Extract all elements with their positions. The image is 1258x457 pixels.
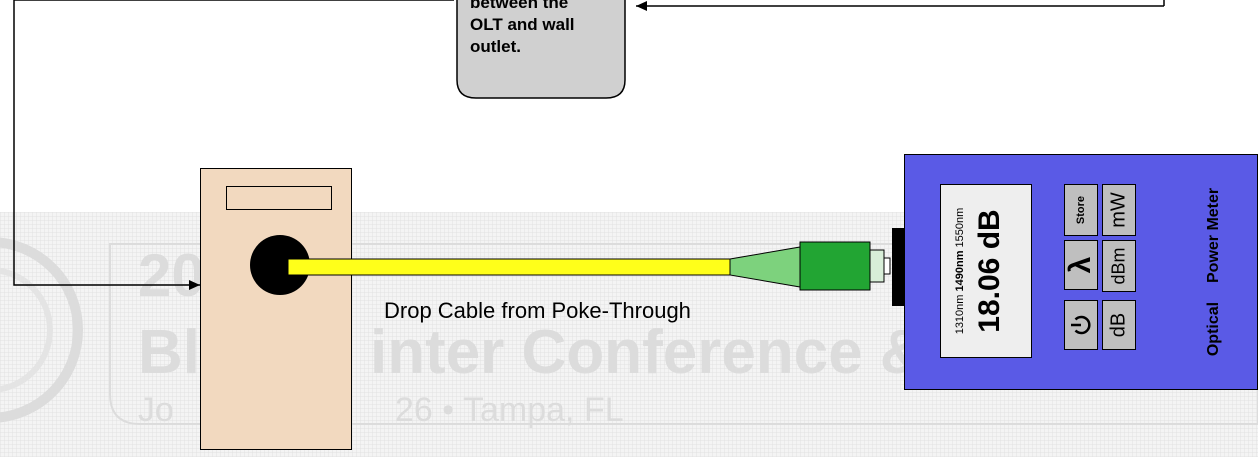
db-button[interactable]: dB [1102, 300, 1136, 350]
wavelength-1550: 1550nm [954, 207, 966, 251]
meter-title: Optical Power Meter [1196, 158, 1232, 386]
connector-ferrule [869, 249, 885, 283]
dbm-button[interactable]: dBm [1102, 240, 1136, 292]
lambda-button[interactable]: λ [1064, 240, 1098, 290]
meter-title-word2: Power Meter [1205, 187, 1222, 283]
meter-title-word1: Optical [1205, 301, 1222, 357]
wavelength-1490: 1490nm [954, 250, 966, 292]
meter-display: 1310nm 1490nm 1550nm 18.06 dB [940, 184, 1032, 358]
power-icon [1071, 315, 1091, 335]
wavelength-1310: 1310nm [954, 291, 966, 335]
drop-cable-line [287, 258, 731, 276]
fc-connector [799, 241, 871, 291]
store-button[interactable]: Store [1064, 184, 1098, 236]
diagram-canvas: 20 Bl inter Conference & Jo 26 • Tampa, … [0, 0, 1258, 457]
wavelength-list: 1310nm 1490nm 1550nm [954, 208, 966, 335]
power-button[interactable] [1064, 300, 1098, 350]
mw-button[interactable]: mW [1102, 184, 1136, 236]
power-reading: 18.06 dB [973, 209, 1006, 333]
lambda-icon: λ [1064, 256, 1097, 274]
connector-boot [729, 246, 801, 288]
cable-label: Drop Cable from Poke-Through [384, 298, 691, 323]
